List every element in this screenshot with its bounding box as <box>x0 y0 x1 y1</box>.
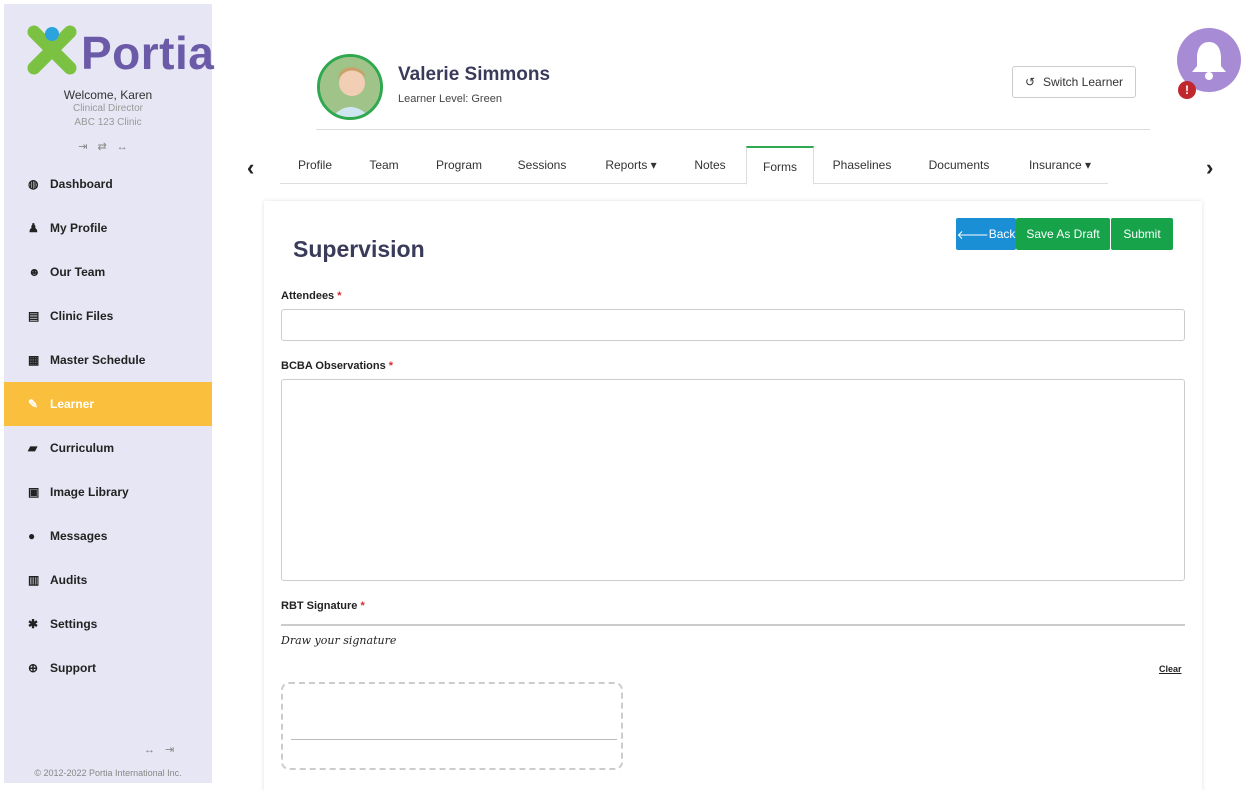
sidebar-item-label: Our Team <box>50 265 106 279</box>
sidebar-item-clinic-files[interactable]: ▤ Clinic Files <box>4 294 212 338</box>
tab-notes[interactable]: Notes <box>684 146 736 184</box>
alert-badge: ! <box>1178 81 1196 99</box>
sidebar-item-our-team[interactable]: ☻ Our Team <box>4 250 212 294</box>
portia-logo-mark-icon <box>27 25 77 75</box>
switch-icon[interactable]: ⇄ <box>98 141 117 153</box>
signature-pad[interactable] <box>281 682 623 770</box>
arrow-left-icon: 🡐 <box>956 227 989 242</box>
user-icon: ♟ <box>28 221 39 235</box>
gear-icon: ✱ <box>28 617 39 631</box>
form-title: Supervision <box>293 236 425 262</box>
sidebar-item-label: Settings <box>50 617 98 631</box>
switch-learner-label: Switch Learner <box>1043 75 1124 89</box>
required-marker: * <box>360 600 365 612</box>
logout-icon[interactable]: ⇥ <box>165 744 184 756</box>
sidebar-item-support[interactable]: ⊕ Support <box>4 646 212 690</box>
pencil-icon: ✎ <box>28 397 39 411</box>
save-draft-button[interactable]: Save As Draft <box>1016 218 1110 250</box>
welcome-text: Welcome, Karen <box>63 88 153 102</box>
lifebuoy-icon: ⊕ <box>28 661 39 675</box>
observations-label: BCBA Observations * <box>281 360 393 372</box>
required-marker: * <box>388 360 394 372</box>
learner-avatar <box>317 54 383 120</box>
tab-sessions[interactable]: Sessions <box>508 146 576 184</box>
bar-chart-icon: ▥ <box>28 573 40 587</box>
sidebar-item-label: Image Library <box>50 485 129 499</box>
sidebar-item-label: Dashboard <box>50 177 113 191</box>
dashboard-icon: ◍ <box>28 177 39 191</box>
signature-divider <box>281 624 1185 626</box>
sidebar-item-dashboard[interactable]: ◍ Dashboard <box>4 162 212 206</box>
sidebar-item-curriculum[interactable]: ▰ Curriculum <box>4 426 212 470</box>
sidebar-item-image-library[interactable]: ▣ Image Library <box>4 470 212 514</box>
tab-reports[interactable]: Reports ▾ <box>594 146 668 184</box>
learner-tabs: Profile Team Program Sessions Reports ▾ … <box>280 146 1108 185</box>
tabs-next-arrow[interactable]: › <box>1206 155 1213 181</box>
avatar-photo <box>320 57 380 117</box>
tab-phaselines[interactable]: Phaselines <box>824 146 900 184</box>
learner-name: Valerie Simmons <box>398 64 551 85</box>
back-label: Back <box>988 227 1016 241</box>
sidebar-item-label: Support <box>50 661 96 675</box>
sidebar-quick-actions: ⇥⇄↔ <box>4 140 212 153</box>
copyright: © 2012-2022 Portia International Inc. <box>34 768 182 778</box>
signature-label-text: RBT Signature <box>281 600 358 612</box>
refresh-icon: ↺ <box>1024 75 1035 89</box>
observations-label-text: BCBA Observations <box>281 360 386 372</box>
attendees-label-text: Attendees <box>281 290 335 302</box>
back-button[interactable]: 🡐 Back <box>956 218 1016 250</box>
expand-icon[interactable]: ↔ <box>144 744 165 756</box>
sidebar-item-label: Curriculum <box>50 441 115 455</box>
sidebar-item-messages[interactable]: ● Messages <box>4 514 212 558</box>
sidebar-item-my-profile[interactable]: ♟ My Profile <box>4 206 212 250</box>
signature-baseline <box>291 739 617 740</box>
sidebar: Portia Welcome, Karen Clinical Director … <box>4 4 214 783</box>
switch-learner-button[interactable]: ↺ Switch Learner <box>1012 66 1136 98</box>
tab-forms[interactable]: Forms <box>746 146 814 185</box>
sidebar-item-audits[interactable]: ▥ Audits <box>4 558 212 602</box>
tab-profile[interactable]: Profile <box>280 146 350 184</box>
book-icon: ▰ <box>28 441 38 455</box>
sidebar-item-label: Audits <box>50 573 88 587</box>
brand-name: Portia <box>81 27 215 79</box>
logout-icon[interactable]: ⇥ <box>78 141 97 153</box>
sidebar-item-learner[interactable]: ✎ Learner <box>4 382 212 426</box>
clinic-name: ABC 123 Clinic <box>74 117 142 128</box>
sidebar-item-label: My Profile <box>50 221 108 235</box>
sidebar-item-master-schedule[interactable]: ▦ Master Schedule <box>4 338 212 382</box>
sidebar-nav: ◍ Dashboard ♟ My Profile ☻ Our Team ▤ Clinic… <box>4 162 212 690</box>
attendees-input[interactable] <box>281 309 1185 341</box>
sidebar-item-label: Master Schedule <box>50 353 146 367</box>
tabs-prev-arrow[interactable]: ‹ <box>247 155 254 181</box>
collapse-icon[interactable]: ↔ <box>117 141 138 153</box>
signature-label: RBT Signature * <box>281 600 365 612</box>
file-icon: ▤ <box>28 309 40 323</box>
portia-logo[interactable]: Portia <box>26 24 214 80</box>
sidebar-item-label: Learner <box>50 397 95 411</box>
user-role: Clinical Director <box>72 103 143 114</box>
chat-icon: ● <box>28 529 36 543</box>
signature-hint: Draw your signature <box>281 634 397 647</box>
sidebar-item-label: Messages <box>50 529 108 543</box>
submit-button[interactable]: Submit <box>1111 218 1173 250</box>
sidebar-bottom-actions: ↔⇥ <box>144 743 184 756</box>
learner-level: Learner Level: Green <box>398 93 502 105</box>
sidebar-item-label: Clinic Files <box>50 309 114 323</box>
required-marker: * <box>337 290 342 302</box>
tab-program[interactable]: Program <box>426 146 492 184</box>
sidebar-item-settings[interactable]: ✱ Settings <box>4 602 212 646</box>
attendees-label: Attendees * <box>281 290 342 302</box>
image-icon: ▣ <box>28 485 40 499</box>
team-icon: ☻ <box>28 265 41 279</box>
tab-insurance[interactable]: Insurance ▾ <box>1018 146 1102 184</box>
observations-textarea[interactable] <box>281 379 1185 581</box>
calendar-icon: ▦ <box>28 353 40 367</box>
tab-team[interactable]: Team <box>356 146 412 184</box>
clear-signature-link[interactable]: Clear <box>1159 664 1182 674</box>
tab-documents[interactable]: Documents <box>916 146 1002 184</box>
header-divider <box>316 129 1150 130</box>
